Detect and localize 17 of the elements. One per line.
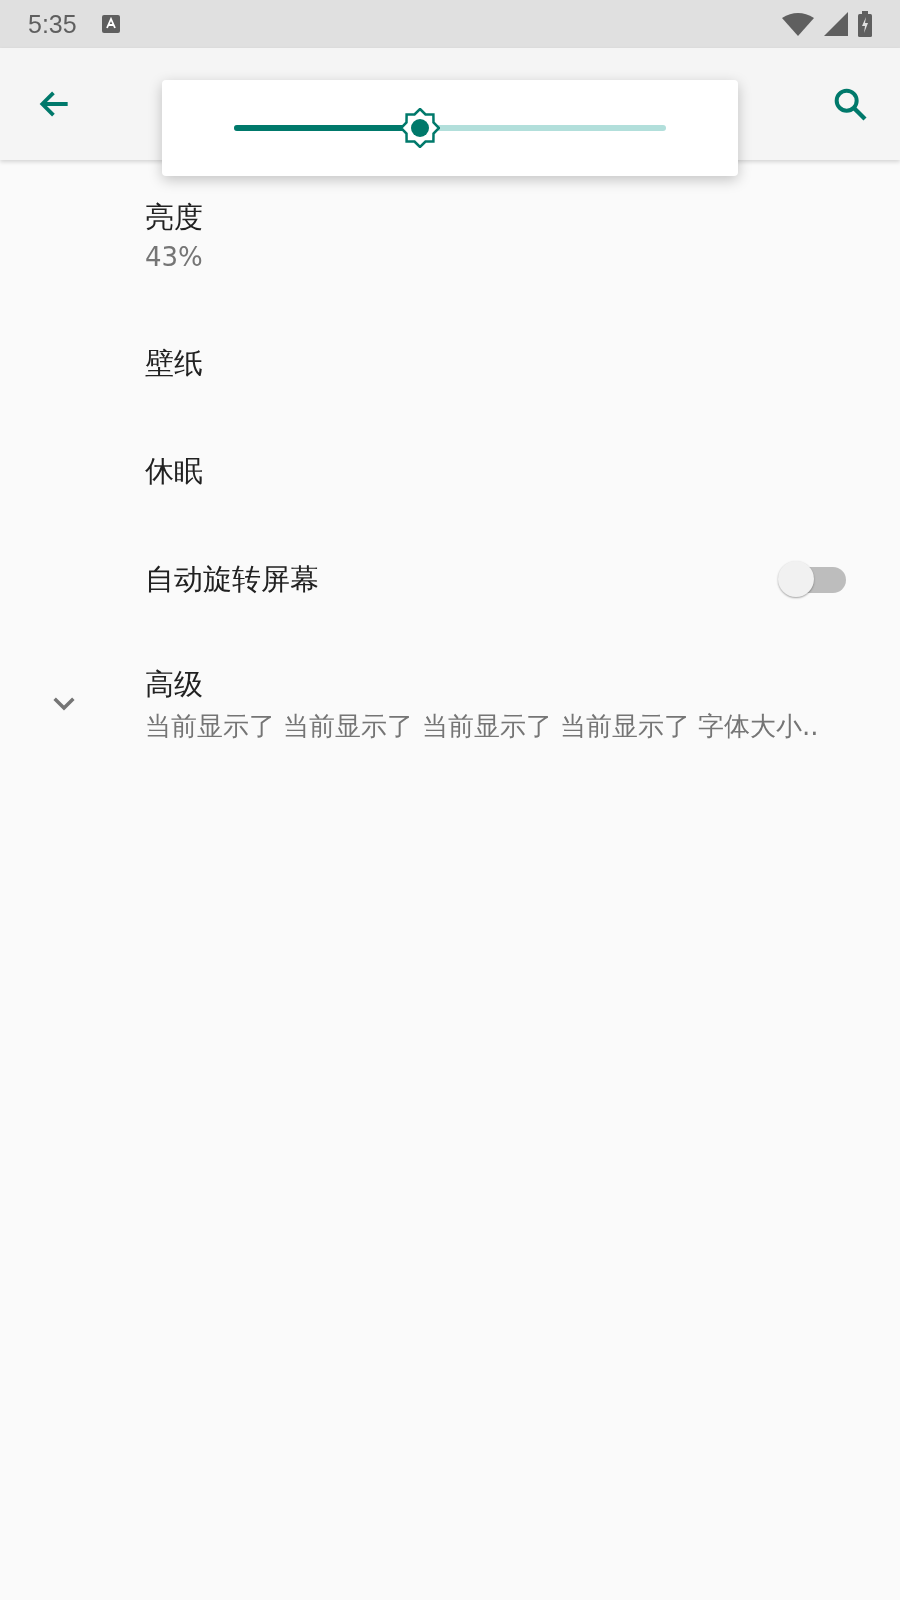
status-time: 5:35 [28, 9, 77, 39]
settings-item[interactable]: 自动旋转屏幕 [0, 526, 900, 634]
settings-item[interactable]: 休眠 [0, 418, 900, 526]
item-title: 亮度 [145, 199, 204, 236]
wifi-icon [782, 12, 814, 36]
item-title: 高级 [145, 665, 204, 703]
battery-icon [858, 11, 872, 37]
notification-icon [100, 14, 121, 34]
item-title: 自动旋转屏幕 [145, 561, 320, 598]
item-summary: 当前显示了 当前显示了 当前显示了 当前显示了 字体大小.. [145, 709, 820, 743]
settings-item[interactable]: 高级 当前显示了 当前显示了 当前显示了 当前显示了 字体大小.. [0, 634, 900, 774]
item-title: 休眠 [145, 453, 204, 490]
item-title: 壁纸 [145, 345, 204, 382]
signal-icon [824, 12, 848, 36]
settings-item[interactable]: 壁纸 [0, 310, 900, 418]
item-summary: 43% [145, 242, 204, 272]
brightness-thumb-icon[interactable] [399, 108, 440, 148]
